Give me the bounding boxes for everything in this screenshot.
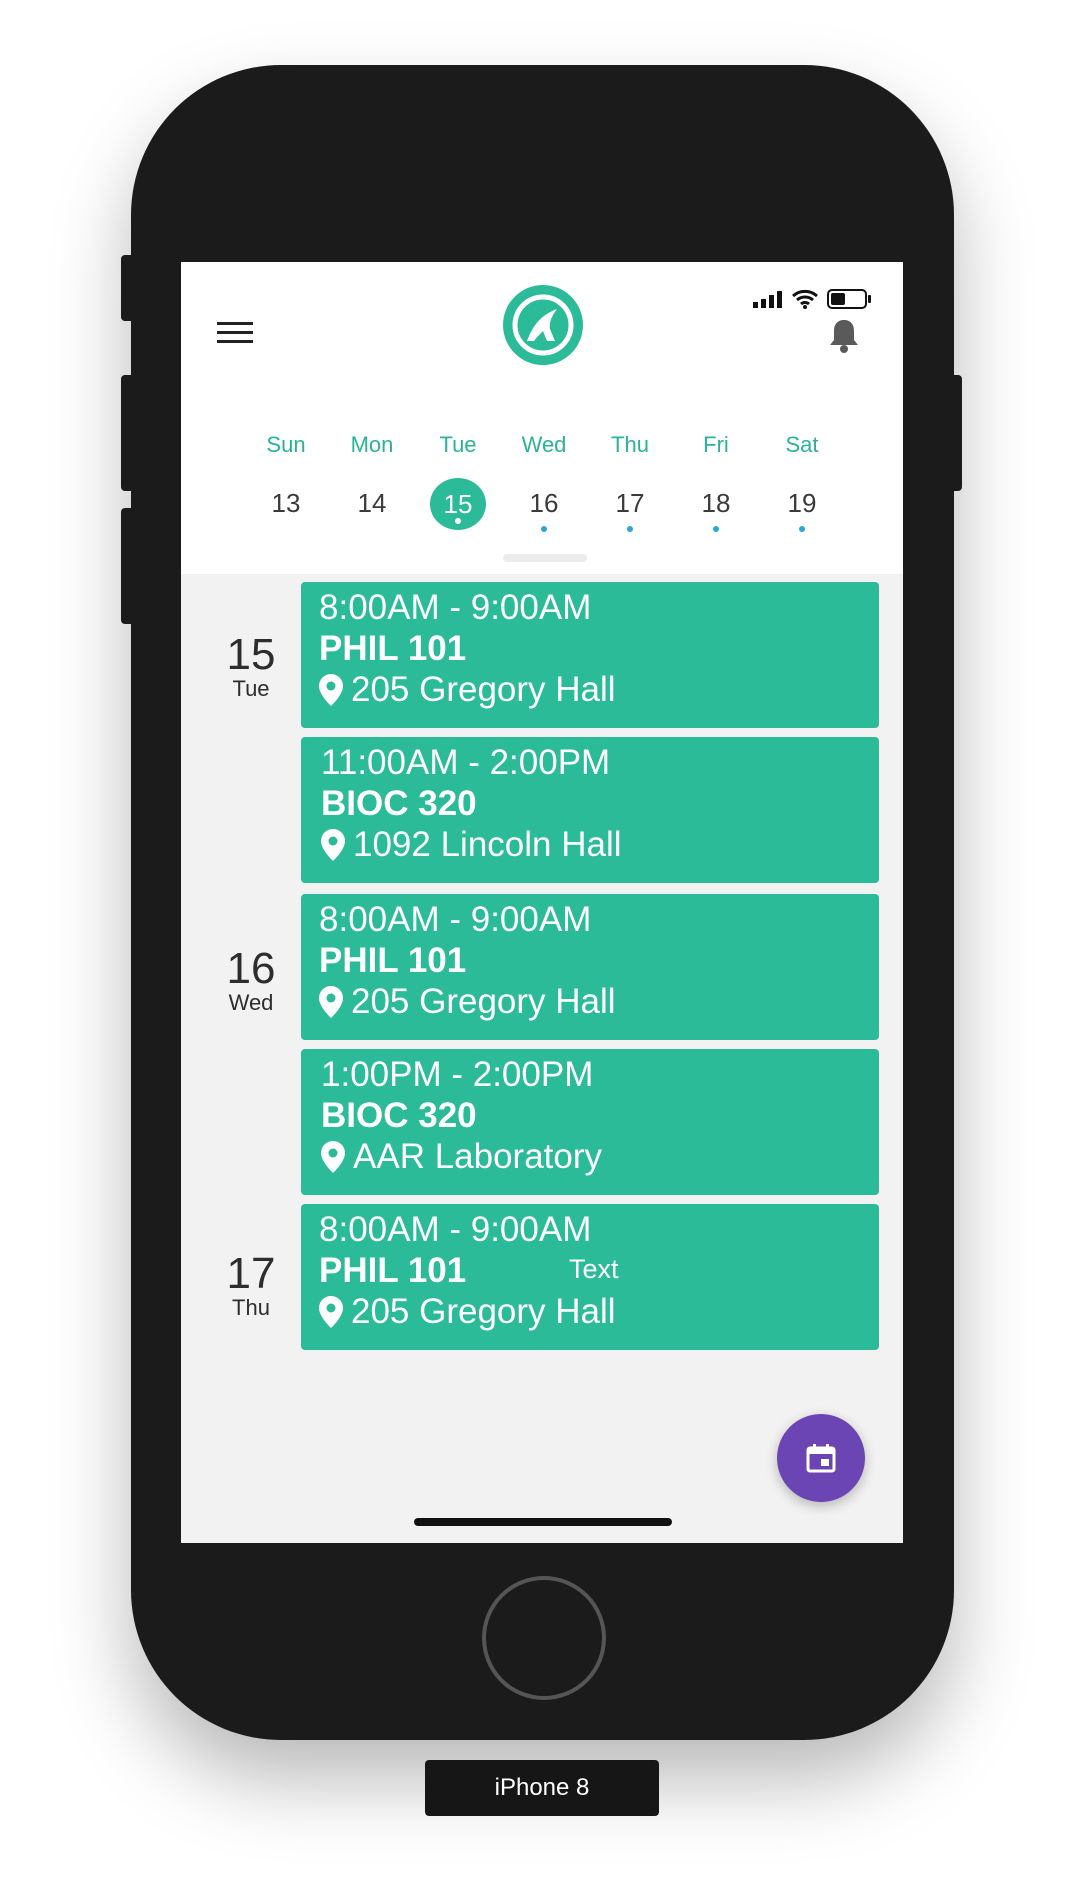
day-sat[interactable]: Sat 19 bbox=[759, 430, 845, 532]
event-location: 205 Gregory Hall bbox=[319, 670, 616, 710]
date-number: 16 bbox=[226, 944, 276, 993]
app-screen: Sun 13 Mon 14 Tue 15 Wed 16 Thu 17 Fri 1… bbox=[181, 262, 903, 1543]
day-name: Thu bbox=[611, 432, 649, 457]
drag-handle[interactable] bbox=[503, 554, 587, 562]
volume-down-button bbox=[121, 508, 135, 624]
event-time: 8:00AM - 9:00AM bbox=[319, 1210, 592, 1249]
event-location-text: 205 Gregory Hall bbox=[351, 982, 616, 1021]
day-tue[interactable]: Tue 15 bbox=[415, 430, 501, 530]
home-button[interactable] bbox=[482, 1576, 606, 1700]
wifi-icon bbox=[792, 289, 818, 309]
event-location: 205 Gregory Hall bbox=[319, 982, 616, 1022]
date-group-label: 15 Tue bbox=[201, 632, 301, 700]
battery-icon bbox=[827, 289, 871, 309]
location-pin-icon bbox=[319, 1296, 343, 1328]
day-name: Fri bbox=[703, 432, 729, 457]
date-group-label: 17 Thu bbox=[201, 1251, 301, 1319]
event-dot bbox=[541, 526, 547, 532]
location-pin-icon bbox=[319, 986, 343, 1018]
app-logo-icon bbox=[503, 285, 583, 365]
event-time: 11:00AM - 2:00PM bbox=[321, 743, 611, 782]
event-location-text: AAR Laboratory bbox=[353, 1137, 603, 1176]
event-location: 205 Gregory Hall bbox=[319, 1292, 616, 1332]
device-label: iPhone 8 bbox=[425, 1760, 659, 1816]
location-pin-icon bbox=[321, 1141, 345, 1173]
day-number: 19 bbox=[774, 478, 830, 532]
day-number: 14 bbox=[357, 488, 387, 518]
day-sun[interactable]: Sun 13 bbox=[243, 430, 329, 528]
event-course: BIOC 320 bbox=[321, 784, 477, 823]
day-number: 13 bbox=[271, 488, 301, 518]
event-note: Text bbox=[569, 1254, 619, 1284]
volume-up-button bbox=[121, 375, 135, 491]
event-time: 8:00AM - 9:00AM bbox=[319, 900, 592, 939]
signal-icon bbox=[753, 291, 782, 308]
event-card[interactable]: 1:00PM - 2:00PM BIOC 320 AAR Laboratory bbox=[301, 1049, 879, 1195]
event-location: AAR Laboratory bbox=[321, 1137, 602, 1177]
app-header: Sun 13 Mon 14 Tue 15 Wed 16 Thu 17 Fri 1… bbox=[181, 262, 903, 574]
date-group-label: 16 Wed bbox=[201, 946, 301, 1014]
event-card[interactable]: 8:00AM - 9:00AM PHIL 101 205 Gregory Hal… bbox=[301, 894, 879, 1040]
day-number-text: 19 bbox=[787, 488, 817, 518]
event-dot bbox=[455, 518, 461, 524]
location-pin-icon bbox=[321, 829, 345, 861]
day-name: Mon bbox=[350, 432, 394, 457]
event-location: 1092 Lincoln Hall bbox=[321, 825, 622, 865]
event-location-text: 205 Gregory Hall bbox=[351, 1292, 616, 1331]
day-number-selected: 15 bbox=[430, 478, 486, 530]
day-number: 16 bbox=[516, 478, 572, 532]
event-card[interactable]: 8:00AM - 9:00AM PHIL 101 205 Gregory Hal… bbox=[301, 582, 879, 728]
event-location-text: 1092 Lincoln Hall bbox=[353, 825, 622, 864]
day-number-text: 17 bbox=[615, 488, 645, 518]
event-time: 8:00AM - 9:00AM bbox=[319, 588, 592, 627]
date-weekday: Thu bbox=[232, 1295, 270, 1320]
calendar-fab-button[interactable] bbox=[777, 1414, 865, 1502]
power-button bbox=[948, 375, 962, 491]
calendar-icon bbox=[806, 1444, 836, 1473]
bell-icon[interactable] bbox=[827, 318, 861, 354]
day-wed[interactable]: Wed 16 bbox=[501, 430, 587, 532]
event-card[interactable]: 8:00AM - 9:00AM PHIL 101 Text 205 Gregor… bbox=[301, 1204, 879, 1350]
day-name: Tue bbox=[439, 432, 477, 457]
day-number-text: 16 bbox=[529, 488, 559, 518]
status-bar bbox=[753, 288, 873, 310]
event-course: PHIL 101 bbox=[319, 1251, 467, 1290]
day-name: Sat bbox=[785, 432, 819, 457]
location-pin-icon bbox=[319, 674, 343, 706]
day-thu[interactable]: Thu 17 bbox=[587, 430, 673, 532]
day-name: Wed bbox=[521, 432, 567, 457]
date-number: 17 bbox=[226, 1249, 276, 1298]
event-course: PHIL 101 bbox=[319, 941, 467, 980]
date-weekday: Wed bbox=[228, 990, 274, 1015]
date-number: 15 bbox=[226, 630, 276, 679]
day-number: 18 bbox=[688, 478, 744, 532]
event-location-text: 205 Gregory Hall bbox=[351, 670, 616, 709]
hamburger-menu-icon[interactable] bbox=[217, 322, 253, 344]
day-mon[interactable]: Mon 14 bbox=[329, 430, 415, 528]
day-fri[interactable]: Fri 18 bbox=[673, 430, 759, 532]
day-number: 17 bbox=[602, 478, 658, 532]
event-time: 1:00PM - 2:00PM bbox=[321, 1055, 594, 1094]
date-weekday: Tue bbox=[232, 676, 270, 701]
day-name: Sun bbox=[266, 432, 306, 457]
event-dot bbox=[627, 526, 633, 532]
event-course: PHIL 101 bbox=[319, 629, 467, 668]
mute-switch bbox=[121, 255, 135, 321]
event-dot bbox=[713, 526, 719, 532]
day-number-text: 15 bbox=[443, 489, 473, 519]
day-number-text: 18 bbox=[701, 488, 731, 518]
home-indicator[interactable] bbox=[414, 1518, 672, 1526]
event-card[interactable]: 11:00AM - 2:00PM BIOC 320 1092 Lincoln H… bbox=[301, 737, 879, 883]
event-dot bbox=[799, 526, 805, 532]
event-course: BIOC 320 bbox=[321, 1096, 477, 1135]
